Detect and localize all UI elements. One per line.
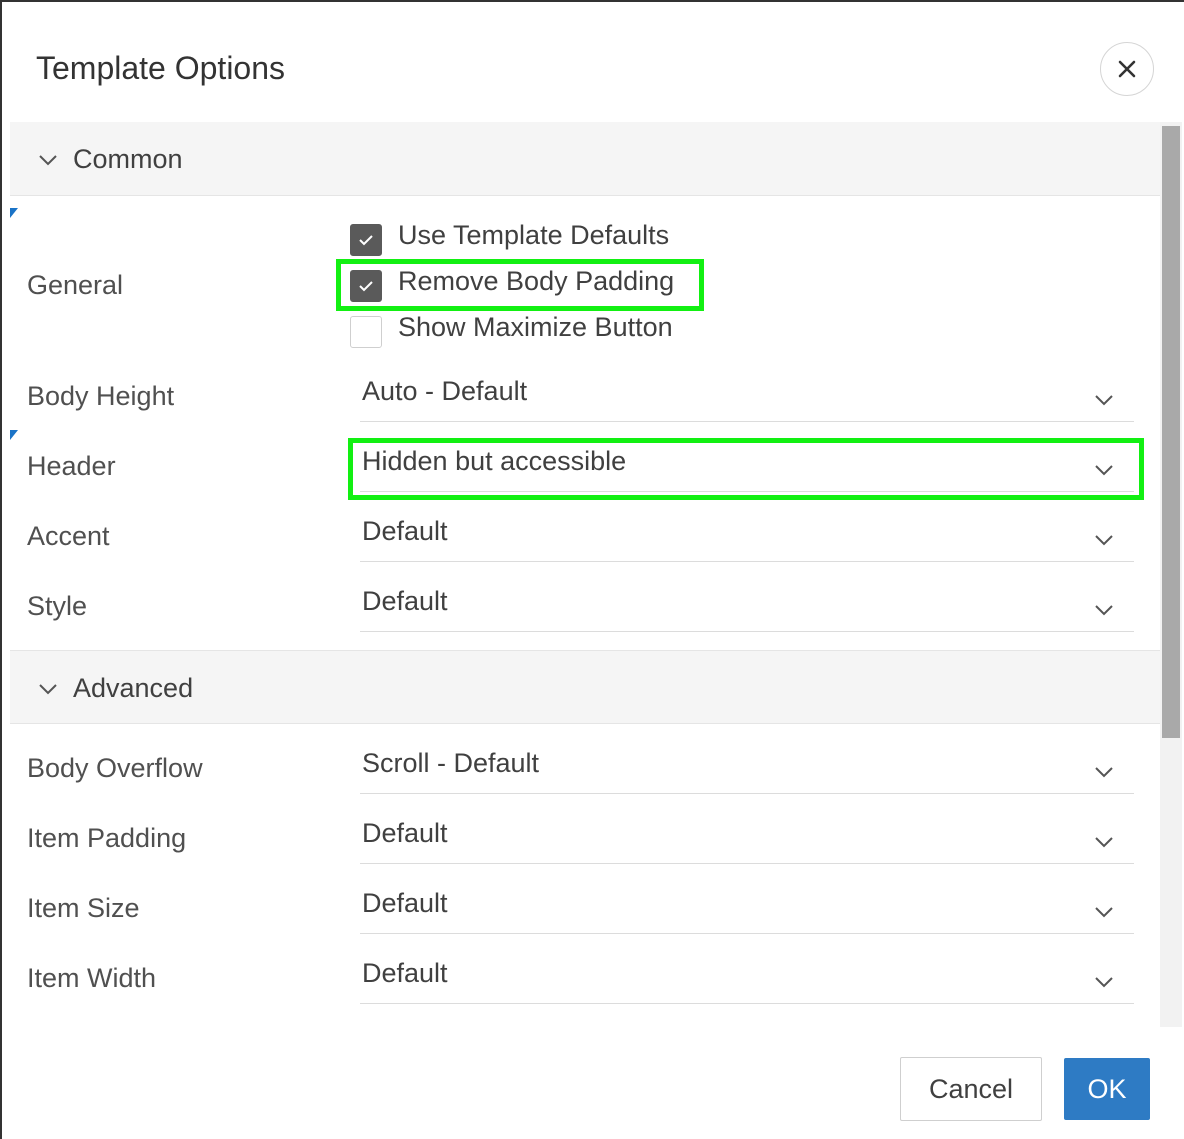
chevron-down-icon <box>1095 767 1113 778</box>
options-scroll-area: Common General Use Template Defaults Rem… <box>10 122 1160 1027</box>
header-select[interactable]: Hidden but accessible <box>360 436 1134 492</box>
accent-label: Accent <box>27 521 110 551</box>
section-common-label: Common <box>73 144 183 174</box>
ok-button[interactable]: OK <box>1064 1058 1150 1120</box>
body-height-label: Body Height <box>27 381 175 411</box>
accent-select[interactable]: Default <box>360 506 1134 562</box>
chevron-down-icon <box>1095 977 1113 988</box>
scrollbar-thumb[interactable] <box>1162 126 1180 738</box>
template-options-dialog: Template Options Common General Use Temp… <box>0 0 1184 1139</box>
dialog-title: Template Options <box>36 50 286 86</box>
item-size-label: Item Size <box>27 893 140 923</box>
chevron-down-icon <box>1095 465 1113 476</box>
dialog-footer: Cancel OK <box>2 1027 1184 1139</box>
chevron-down-icon <box>1095 605 1113 616</box>
select-value: Scroll - Default <box>362 748 540 778</box>
check-icon <box>359 235 373 246</box>
checkbox-box[interactable] <box>350 316 382 348</box>
checkbox-box[interactable] <box>350 270 382 302</box>
changed-marker <box>10 430 18 440</box>
body-overflow-label: Body Overflow <box>27 753 203 783</box>
select-value: Default <box>362 586 448 616</box>
close-button[interactable] <box>1100 42 1154 96</box>
header-label: Header <box>27 451 116 481</box>
body-overflow-select[interactable]: Scroll - Default <box>360 738 1134 794</box>
checkbox-label: Remove Body Padding <box>398 266 675 296</box>
general-label: General <box>27 270 124 300</box>
dialog-titlebar: Template Options <box>2 2 1184 122</box>
style-label: Style <box>27 591 88 621</box>
checkbox-label: Show Maximize Button <box>398 312 673 342</box>
select-value: Hidden but accessible <box>362 446 627 476</box>
section-advanced-header[interactable]: Advanced <box>10 650 1160 724</box>
chevron-down-icon <box>1095 535 1113 546</box>
chevron-down-icon <box>1095 395 1113 406</box>
checkbox-box[interactable] <box>350 224 382 256</box>
style-select[interactable]: Default <box>360 576 1134 632</box>
select-value: Default <box>362 516 448 546</box>
chevron-down-icon <box>1095 907 1113 918</box>
select-value: Default <box>362 958 448 988</box>
select-value: Default <box>362 888 448 918</box>
chevron-down-icon <box>39 684 57 695</box>
item-padding-label: Item Padding <box>27 823 187 853</box>
section-advanced-label: Advanced <box>73 673 194 703</box>
item-width-label: Item Width <box>27 963 157 993</box>
item-width-select[interactable]: Default <box>360 948 1134 1004</box>
chevron-down-icon <box>1095 837 1113 848</box>
chevron-down-icon <box>39 155 57 166</box>
select-value: Auto - Default <box>362 376 528 406</box>
item-size-select[interactable]: Default <box>360 878 1134 934</box>
close-icon <box>1118 60 1136 78</box>
body-height-select[interactable]: Auto - Default <box>360 366 1134 422</box>
cancel-button[interactable]: Cancel <box>900 1057 1042 1121</box>
check-icon <box>359 281 373 292</box>
checkbox-label: Use Template Defaults <box>398 220 670 250</box>
item-padding-select[interactable]: Default <box>360 808 1134 864</box>
select-value: Default <box>362 818 448 848</box>
changed-marker <box>10 208 18 218</box>
section-common-header[interactable]: Common <box>10 122 1160 196</box>
